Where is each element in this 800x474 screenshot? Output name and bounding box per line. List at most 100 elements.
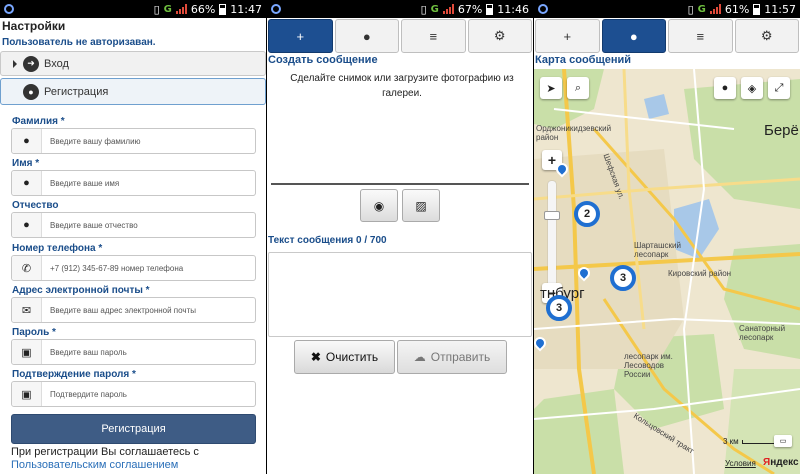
phone-input[interactable] bbox=[42, 256, 255, 280]
email-field[interactable]: ✉ bbox=[11, 297, 256, 323]
patronymic-field[interactable]: ● bbox=[11, 212, 256, 238]
message-textarea[interactable] bbox=[268, 252, 532, 337]
register-button[interactable]: Регистрация bbox=[11, 414, 256, 444]
section-title: Создать сообщение bbox=[268, 54, 378, 66]
list-icon: ≡ bbox=[696, 28, 705, 44]
map-label-bere: Берё bbox=[764, 122, 799, 139]
email-label: Адрес электронной почты * bbox=[12, 285, 150, 296]
phone-icon: ✆ bbox=[12, 256, 42, 280]
globe-icon: ● bbox=[629, 28, 638, 44]
cluster-marker[interactable]: 3 bbox=[546, 295, 572, 321]
close-icon: ✖ bbox=[310, 350, 321, 364]
password-field[interactable]: ▣ bbox=[11, 339, 256, 365]
tab-settings[interactable]: ⚙ bbox=[467, 19, 532, 53]
patronymic-label: Отчество bbox=[12, 200, 59, 211]
tab-map[interactable]: ● bbox=[334, 19, 399, 53]
page-title: Настройки bbox=[2, 19, 66, 33]
message-length-label: Текст сообщения 0 / 700 bbox=[268, 235, 387, 246]
vibrate-icon: ▯ bbox=[420, 2, 427, 16]
tab-create[interactable]: + bbox=[268, 19, 333, 53]
gear-icon: ⚙ bbox=[760, 28, 773, 43]
phone-label: Номер телефона * bbox=[12, 243, 103, 254]
camera-button[interactable]: ◉ bbox=[360, 189, 398, 222]
login-collapsible[interactable]: ➜ Вход bbox=[0, 51, 266, 76]
layers-button[interactable]: ◈ bbox=[741, 77, 763, 99]
yandex-logo: Яндекс bbox=[763, 457, 799, 468]
tab-bar: + ● ≡ ⚙ bbox=[534, 19, 800, 53]
tab-list[interactable]: ≡ bbox=[401, 19, 466, 53]
auth-status: Пользователь не авторизаван. bbox=[2, 37, 156, 48]
login-label: Вход bbox=[44, 57, 69, 70]
lock-icon: ▣ bbox=[12, 382, 42, 406]
patronymic-input[interactable] bbox=[42, 213, 255, 237]
login-icon: ➜ bbox=[23, 55, 39, 72]
list-icon: ≡ bbox=[429, 28, 438, 44]
status-bar: ▯ G 67% 11:46 bbox=[267, 0, 533, 18]
firstname-field[interactable]: ● bbox=[11, 170, 256, 196]
password-input[interactable] bbox=[42, 340, 255, 364]
notification-icon bbox=[271, 4, 281, 14]
terms-link[interactable]: Условия bbox=[725, 459, 756, 468]
status-bar: ▯ G 61% 11:57 bbox=[534, 0, 800, 18]
notification-icon bbox=[538, 4, 548, 14]
triangle-right-icon bbox=[13, 59, 17, 68]
map-view[interactable]: ➤ ⌕ ● ◈ ⤢ + − Орджоникидзевский район Ше… bbox=[534, 69, 800, 474]
signal-icon bbox=[709, 4, 721, 14]
password-confirm-input[interactable] bbox=[42, 382, 255, 406]
cluster-count: 3 bbox=[555, 302, 563, 314]
signal-icon bbox=[175, 4, 187, 14]
zoom-slider[interactable] bbox=[548, 181, 556, 287]
map-scale: 3 км bbox=[723, 437, 782, 446]
map-label-district: Орджоникидзевский район bbox=[536, 124, 612, 142]
person-icon: ● bbox=[12, 171, 42, 195]
map-label-sanatorium: Санаторный лесопарк bbox=[739, 324, 786, 342]
plus-icon: + bbox=[563, 28, 572, 44]
firstname-input[interactable] bbox=[42, 171, 255, 195]
agreement-text: При регистрации Вы соглашаетесь с Пользо… bbox=[11, 446, 199, 472]
locate-button[interactable]: ➤ bbox=[540, 77, 562, 99]
clock: 11:46 bbox=[497, 2, 529, 16]
lock-icon: ▣ bbox=[12, 340, 42, 364]
traffic-button[interactable]: ● bbox=[714, 77, 736, 99]
cluster-marker[interactable]: 3 bbox=[610, 265, 636, 291]
network-icon: G bbox=[697, 3, 706, 15]
map-label-lesoparkim: лесопарк им. Лесоводов России bbox=[624, 352, 673, 379]
search-button[interactable]: ⌕ bbox=[567, 77, 589, 99]
person-icon: ● bbox=[23, 83, 39, 100]
password-confirm-field[interactable]: ▣ bbox=[11, 381, 256, 407]
tab-settings[interactable]: ⚙ bbox=[734, 19, 799, 53]
image-icon: ▨ bbox=[415, 198, 427, 213]
gear-icon: ⚙ bbox=[493, 28, 506, 43]
agreement-link[interactable]: Пользовательским соглашением bbox=[11, 459, 199, 472]
layers-icon: ◈ bbox=[747, 82, 757, 95]
battery-percent: 67% bbox=[457, 2, 483, 16]
email-input[interactable] bbox=[42, 298, 255, 322]
plus-icon: + bbox=[296, 28, 305, 44]
tab-list[interactable]: ≡ bbox=[668, 19, 733, 53]
traffic-icon: ● bbox=[721, 82, 729, 94]
ruler-icon: ▭ bbox=[779, 438, 787, 445]
search-icon: ⌕ bbox=[574, 81, 582, 94]
lastname-input[interactable] bbox=[42, 129, 255, 153]
agreement-prefix: При регистрации Вы соглашаетесь с bbox=[11, 446, 199, 458]
notification-icon bbox=[4, 4, 14, 14]
phone-field[interactable]: ✆ bbox=[11, 255, 256, 281]
tab-map[interactable]: ● bbox=[601, 19, 666, 53]
battery-percent: 61% bbox=[724, 2, 750, 16]
fullscreen-button[interactable]: ⤢ bbox=[768, 77, 790, 99]
globe-icon: ● bbox=[362, 28, 371, 44]
cluster-count: 2 bbox=[583, 208, 591, 220]
zoom-handle[interactable] bbox=[544, 211, 560, 220]
cluster-marker[interactable]: 2 bbox=[574, 201, 600, 227]
person-icon: ● bbox=[12, 213, 42, 237]
clear-button[interactable]: ✖ Очистить bbox=[294, 340, 395, 374]
ruler-button[interactable]: ▭ bbox=[774, 435, 792, 447]
tab-create[interactable]: + bbox=[535, 19, 600, 53]
send-button[interactable]: ☁ Отправить bbox=[397, 340, 507, 374]
gallery-button[interactable]: ▨ bbox=[402, 189, 440, 222]
photo-divider bbox=[271, 183, 529, 185]
register-collapsible[interactable]: ● Регистрация bbox=[0, 78, 266, 105]
map-label-park: Шарташский лесопарк bbox=[634, 241, 681, 259]
lastname-field[interactable]: ● bbox=[11, 128, 256, 154]
firstname-label: Имя * bbox=[12, 158, 40, 169]
